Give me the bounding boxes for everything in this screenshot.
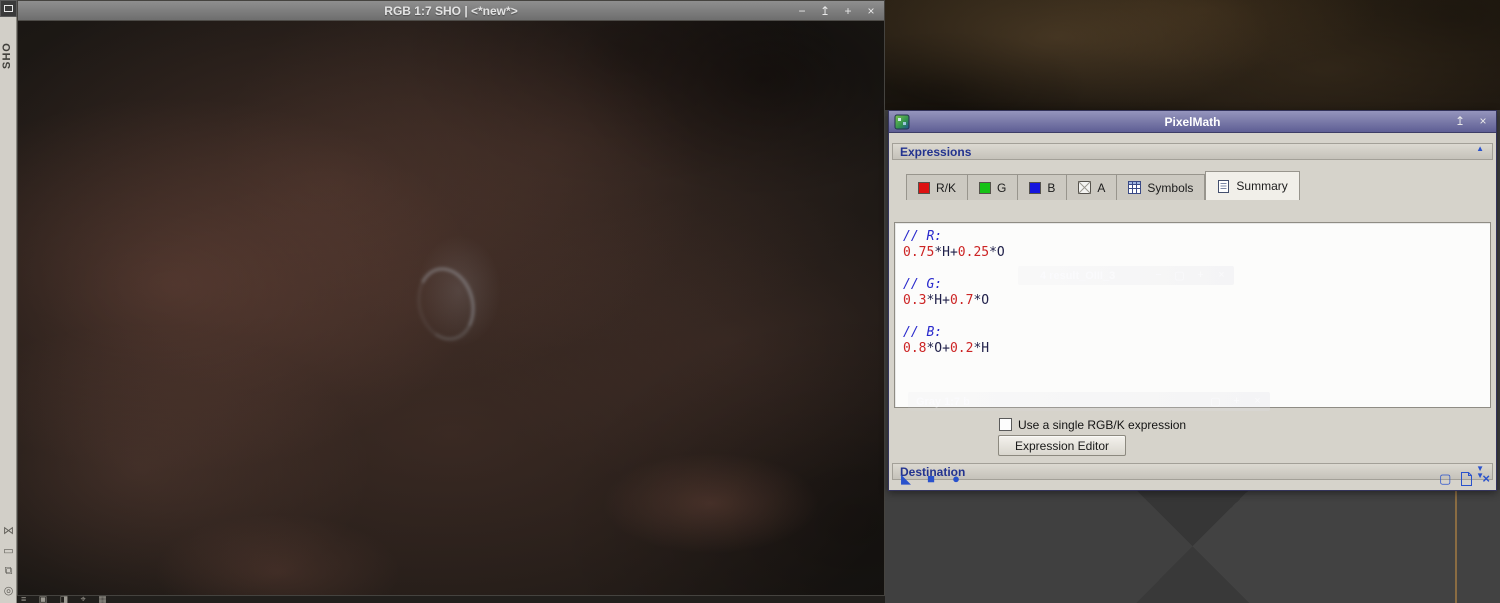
pixelmath-toolbar: ◣ ■ ● ▢ × xyxy=(889,467,1496,490)
apply-icon[interactable]: ■ xyxy=(923,467,939,490)
workspace-tab-sho[interactable]: SHO xyxy=(1,36,16,76)
expressions-section-header[interactable]: Expressions ▲ xyxy=(892,143,1493,160)
background-image-preview[interactable] xyxy=(885,0,1500,110)
close-icon[interactable]: × xyxy=(864,1,878,21)
status-frame-icon[interactable]: ▣ xyxy=(39,596,48,603)
tab-summary[interactable]: Summary xyxy=(1205,171,1300,200)
reset-icon[interactable]: × xyxy=(1482,471,1490,486)
status-split-icon[interactable]: ◨ xyxy=(60,596,69,603)
expressions-section-label: Expressions xyxy=(900,144,972,159)
close-icon[interactable]: × xyxy=(1476,111,1490,131)
rail-frame-icon[interactable]: ▭ xyxy=(0,544,17,558)
tab-b-channel[interactable]: B xyxy=(1018,174,1068,200)
apply-global-icon[interactable]: ● xyxy=(948,467,964,490)
tab-label: G xyxy=(997,180,1007,195)
pixelmath-body: Expressions ▲ R/K G B A Symbols Summary … xyxy=(889,133,1496,490)
summary-page-icon xyxy=(1218,179,1230,193)
pixinsight-workspace: SHO ⋈ ▭ ⧉ ◎ RGB 1:7 SHO | <*new*> − ↥ + … xyxy=(0,0,1500,603)
blue-channel-icon xyxy=(1029,181,1042,194)
status-target-icon[interactable]: ⌖ xyxy=(81,596,86,603)
new-document-icon[interactable] xyxy=(1460,471,1473,486)
alpha-channel-icon xyxy=(1078,181,1092,194)
image-window-titlebar[interactable]: RGB 1:7 SHO | <*new*> − ↥ + × xyxy=(18,1,884,21)
workspace-pattern xyxy=(885,490,1500,603)
browse-documentation-icon[interactable]: ▢ xyxy=(1439,471,1451,487)
tab-g-channel[interactable]: G xyxy=(968,174,1019,200)
status-list-icon[interactable]: ≡ xyxy=(21,596,26,603)
pixelmath-title: PixelMath xyxy=(1164,114,1221,129)
tab-label: R/K xyxy=(936,180,957,195)
workspace-rail: SHO ⋈ ▭ ⧉ ◎ xyxy=(0,0,17,603)
collapse-section-icon[interactable]: ▲ xyxy=(1476,145,1484,153)
shade-icon[interactable]: ↥ xyxy=(1453,111,1467,131)
new-instance-icon[interactable]: ◣ xyxy=(898,467,914,490)
workspace-guide-line xyxy=(1455,490,1457,603)
crescent-nebula-feature xyxy=(409,261,483,347)
green-channel-icon xyxy=(979,181,992,194)
expression-editor-button[interactable]: Expression Editor xyxy=(998,435,1126,456)
single-rgbk-checkbox[interactable] xyxy=(999,418,1012,431)
red-channel-icon xyxy=(918,181,930,194)
tab-label: B xyxy=(1047,180,1056,195)
minimize-icon[interactable]: − xyxy=(795,1,809,21)
rail-swap-icon[interactable]: ⋈ xyxy=(0,524,17,538)
tab-label: Symbols xyxy=(1147,180,1194,195)
expression-editor-area[interactable]: // R: 0.75*H+0.25*O // G: 0.3*H+0.7*O // B… xyxy=(894,222,1491,408)
window-icon xyxy=(4,5,13,12)
tab-rk-channel[interactable]: R/K xyxy=(906,174,969,200)
image-window-statusbar: ≡ ▣ ◨ ⌖ ▦ xyxy=(17,596,885,603)
zoom-icon[interactable]: + xyxy=(841,1,855,21)
nebula-image-canvas[interactable] xyxy=(18,21,884,595)
single-rgbk-row: Use a single RGB/K expression xyxy=(999,417,1186,432)
pixelmath-dialog: PixelMath ↥ × Expressions ▲ R/K G B A Sy… xyxy=(888,110,1497,491)
image-window-title: RGB 1:7 SHO | <*new*> xyxy=(384,3,518,18)
shade-icon[interactable]: ↥ xyxy=(818,1,832,21)
status-grid-icon[interactable]: ▦ xyxy=(98,596,107,603)
symbols-grid-icon xyxy=(1128,181,1142,194)
rail-duplicate-icon[interactable]: ⧉ xyxy=(0,564,17,578)
pixelmath-icon xyxy=(894,114,910,130)
application-corner-icon[interactable] xyxy=(0,0,17,17)
tab-symbols[interactable]: Symbols xyxy=(1117,174,1206,200)
image-window: RGB 1:7 SHO | <*new*> − ↥ + × xyxy=(17,0,885,596)
tab-label: Summary xyxy=(1236,179,1288,193)
single-rgbk-label: Use a single RGB/K expression xyxy=(1018,417,1187,432)
tab-alpha-channel[interactable]: A xyxy=(1067,174,1118,200)
tab-label: A xyxy=(1097,180,1106,195)
rail-target-icon[interactable]: ◎ xyxy=(0,584,17,598)
pixelmath-titlebar[interactable]: PixelMath ↥ × xyxy=(889,111,1496,133)
channel-tab-bar: R/K G B A Symbols Summary xyxy=(906,171,1300,200)
